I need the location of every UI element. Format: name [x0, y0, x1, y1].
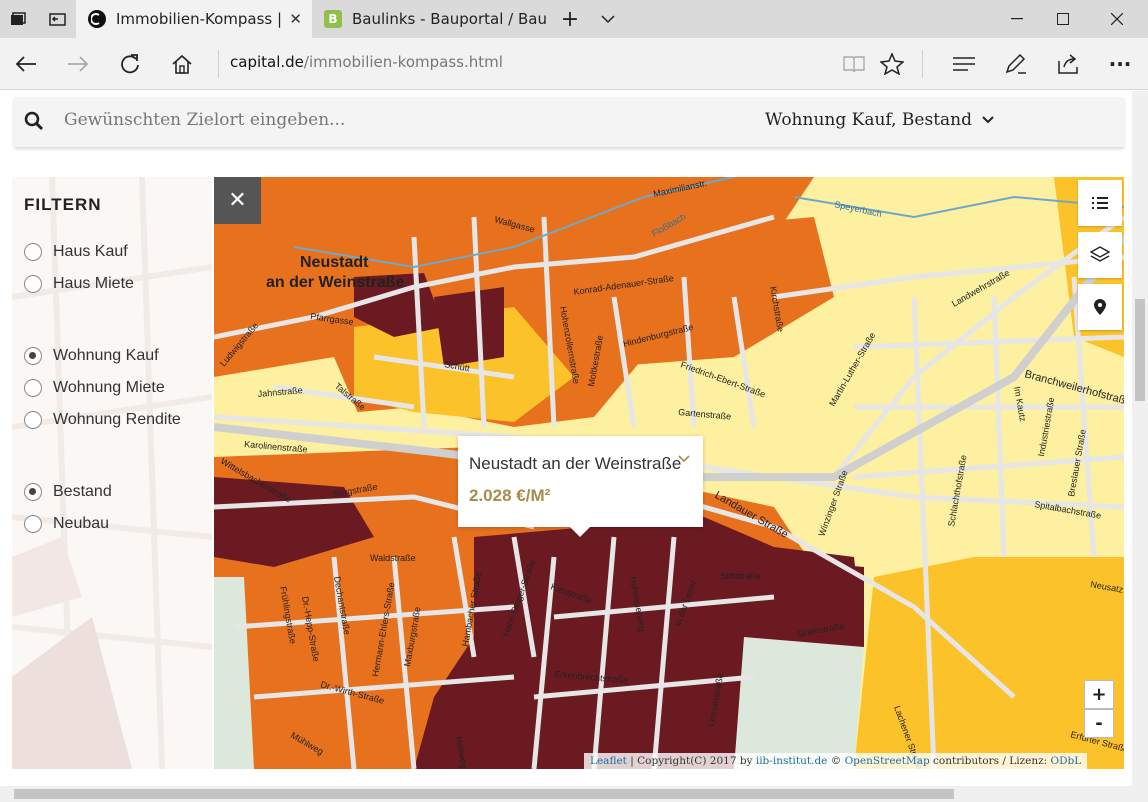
- radio-label: Haus Miete: [53, 275, 134, 292]
- layers-button[interactable]: [1078, 232, 1122, 278]
- leaflet-link[interactable]: Leaflet: [590, 755, 627, 767]
- attribution-copyright: Copyright(C) 2017 by: [637, 755, 753, 767]
- popup-title: Neustadt an der Weinstraße: [469, 454, 682, 473]
- back-icon[interactable]: [6, 44, 46, 84]
- baulinks-b-icon: B: [324, 10, 342, 28]
- search-icon[interactable]: [24, 111, 44, 135]
- zoom-in-button[interactable]: +: [1084, 680, 1114, 709]
- forward-icon[interactable]: [58, 44, 98, 84]
- radio-wohnung-miete[interactable]: Wohnung Miete: [24, 379, 165, 397]
- chevron-down-icon[interactable]: [982, 113, 994, 128]
- chevron-down-icon[interactable]: [678, 452, 690, 467]
- url-host: capital.de: [230, 53, 304, 71]
- location-search-bar: Gewünschten Zielort eingeben... Wohnung …: [14, 97, 1124, 147]
- layers-icon: [1090, 246, 1110, 262]
- locate-button[interactable]: [1078, 284, 1122, 330]
- horizontal-scrollbar[interactable]: [0, 786, 1132, 802]
- radio-wohnung-rendite[interactable]: Wohnung Rendite: [24, 411, 181, 429]
- zone-very-high-center-2: [434, 287, 504, 367]
- url-path: /immobilien-kompass.html: [303, 53, 503, 71]
- odbl-link[interactable]: ODbL: [1051, 755, 1082, 767]
- web-note-icon[interactable]: [996, 44, 1036, 84]
- address-bar: capital.de/immobilien-kompass.html ···: [0, 38, 1148, 90]
- page-content: Gewünschten Zielort eingeben... Wohnung …: [0, 91, 1148, 802]
- radio-label: Haus Kauf: [53, 243, 128, 260]
- tab-immobilien-kompass[interactable]: Immobilien-Kompass | C ✕: [76, 0, 312, 38]
- city-label-line1: Neustadt: [300, 254, 369, 271]
- vertical-scrollbar[interactable]: [1132, 91, 1148, 802]
- minimize-icon[interactable]: [994, 0, 1040, 38]
- tab-list-chevron-icon[interactable]: [590, 0, 626, 38]
- radio-circle[interactable]: [24, 483, 42, 501]
- map-attribution: Leaflet | Copyright(C) 2017 by iib-insti…: [584, 753, 1088, 769]
- radio-circle[interactable]: [24, 379, 42, 397]
- radio-label: Wohnung Rendite: [53, 411, 181, 428]
- home-icon[interactable]: [162, 44, 202, 84]
- url-field[interactable]: capital.de/immobilien-kompass.html: [230, 53, 503, 71]
- attribution-rest: contributors / Lizenz:: [933, 755, 1048, 767]
- favicon-letter: B: [328, 12, 338, 26]
- attribution-separator: |: [630, 755, 634, 767]
- property-type-select[interactable]: Wohnung Kauf, Bestand: [765, 110, 972, 130]
- share-icon[interactable]: [1048, 44, 1088, 84]
- tab-title: Baulinks - Bauportal / Baum: [352, 10, 548, 28]
- scrollbar-thumb[interactable]: [1135, 299, 1145, 401]
- popup-price: 2.028 €/M²: [469, 486, 551, 505]
- tab-baulinks[interactable]: B Baulinks - Bauportal / Baum: [312, 0, 548, 38]
- label-waldstrasse: Waldstraße: [370, 553, 416, 563]
- radio-circle[interactable]: [24, 347, 42, 365]
- green-area: [734, 637, 864, 769]
- maximize-icon[interactable]: [1040, 0, 1086, 38]
- set-tabs-aside-icon[interactable]: [40, 0, 76, 38]
- radio-haus-miete[interactable]: Haus Miete: [24, 275, 134, 293]
- osm-link[interactable]: OpenStreetMap: [845, 755, 930, 767]
- close-window-icon[interactable]: [1094, 0, 1140, 38]
- location-popup[interactable]: Neustadt an der Weinstraße 2.028 €/M²: [458, 436, 703, 537]
- zoom-out-button[interactable]: -: [1084, 709, 1114, 738]
- radio-label: Bestand: [53, 483, 112, 500]
- refresh-icon[interactable]: [110, 44, 150, 84]
- filter-title: FILTERN: [24, 195, 102, 214]
- reading-view-icon[interactable]: [834, 44, 874, 84]
- filter-background-map: [12, 177, 212, 769]
- radio-circle[interactable]: [24, 243, 42, 261]
- iib-link[interactable]: iib-institut.de: [756, 755, 828, 767]
- scrollbar-thumb[interactable]: [14, 789, 954, 799]
- radio-haus-kauf[interactable]: Haus Kauf: [24, 243, 128, 261]
- tab-actions-icon[interactable]: [0, 0, 36, 38]
- legend-list-button[interactable]: [1078, 180, 1122, 226]
- radio-circle[interactable]: [24, 515, 42, 533]
- more-options-icon[interactable]: ···: [1100, 44, 1140, 84]
- list-icon: [1092, 197, 1108, 209]
- radio-circle[interactable]: [24, 411, 42, 429]
- radio-label: Wohnung Kauf: [53, 347, 159, 364]
- radio-wohnung-kauf[interactable]: Wohnung Kauf: [24, 347, 159, 365]
- filter-panel: FILTERN Haus Kauf Haus Miete Wohnung Kau…: [12, 177, 212, 769]
- close-tab-icon[interactable]: ✕: [289, 10, 302, 28]
- hub-menu-icon[interactable]: [944, 44, 984, 84]
- attribution-copy-sign: ©: [830, 755, 842, 767]
- label-stiftstrasse: Stiftstraße: [720, 571, 761, 581]
- browser-titlebar: Immobilien-Kompass | C ✕ B Baulinks - Ba…: [0, 0, 1148, 38]
- new-tab-icon[interactable]: +: [552, 0, 588, 38]
- popup-tip: [570, 527, 590, 537]
- radio-label: Wohnung Miete: [53, 379, 165, 396]
- tab-title: Immobilien-Kompass | C: [116, 10, 286, 28]
- radio-label: Neubau: [53, 515, 110, 532]
- favorite-star-icon[interactable]: [872, 44, 912, 84]
- radio-bestand[interactable]: Bestand: [24, 483, 112, 501]
- search-input[interactable]: Gewünschten Zielort eingeben...: [64, 110, 345, 130]
- close-filter-button[interactable]: ✕: [214, 177, 261, 224]
- map-pin-icon: [1094, 299, 1106, 315]
- radio-neubau[interactable]: Neubau: [24, 515, 109, 533]
- capital-logo-icon: [88, 10, 106, 28]
- radio-circle[interactable]: [24, 275, 42, 293]
- city-label-line2: an der Weinstraße: [266, 274, 405, 291]
